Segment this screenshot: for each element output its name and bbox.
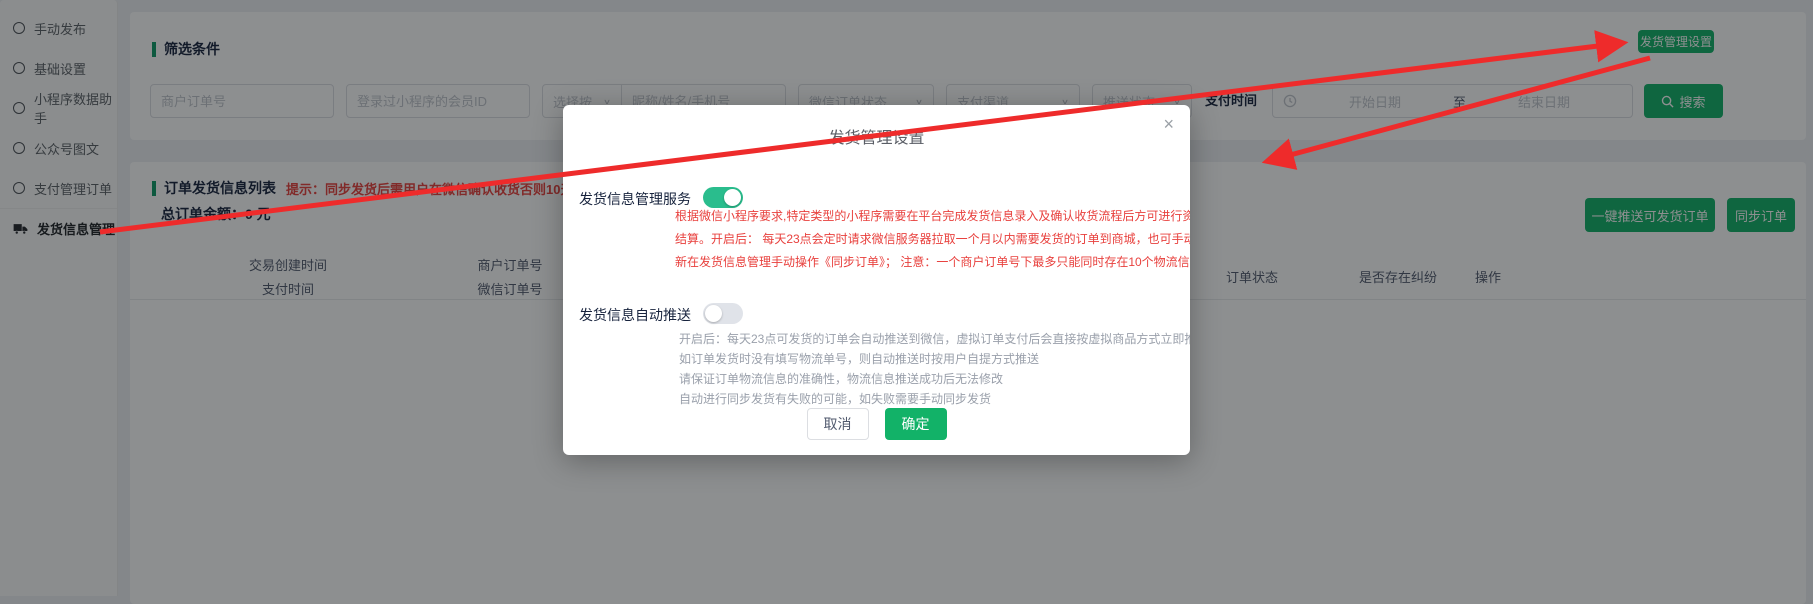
confirm-button[interactable]: 确定 bbox=[885, 408, 947, 440]
cancel-button[interactable]: 取消 bbox=[807, 408, 869, 440]
service-description-line: 根据微信小程序要求,特定类型的小程序需要在平台完成发货信息录入及确认收货流程后方… bbox=[675, 205, 1190, 228]
service-description-line: 结算。开启后： 每天23点会定时请求微信服务器拉取一个月以内需要发货的订单到商城… bbox=[675, 228, 1190, 251]
auto-push-description-line: 开启后：每天23点可发货的订单会自动推送到微信，虚拟订单支付后会直接按虚拟商品方… bbox=[679, 329, 1190, 349]
service-description-line: 新在发货信息管理手动操作《同步订单》； 注意：一个商户订单号下最多只能同时存在1… bbox=[675, 251, 1190, 274]
auto-push-label: 发货信息自动推送 bbox=[563, 305, 691, 325]
service-description: 根据微信小程序要求,特定类型的小程序需要在平台完成发货信息录入及确认收货流程后方… bbox=[675, 205, 1190, 274]
auto-push-description-line: 自动进行同步发货有失败的可能，如失败需要手动同步发货 bbox=[679, 389, 1190, 409]
auto-push-description: 开启后：每天23点可发货的订单会自动推送到微信，虚拟订单支付后会直接按虚拟商品方… bbox=[679, 329, 1190, 409]
auto-push-toggle[interactable] bbox=[703, 303, 743, 324]
close-icon[interactable]: × bbox=[1163, 115, 1174, 133]
toggle-knob bbox=[724, 189, 741, 206]
shipping-manage-settings-dialog: 发货管理设置 × 发货信息管理服务 根据微信小程序要求,特定类型的小程序需要在平… bbox=[563, 105, 1190, 455]
toggle-knob bbox=[705, 305, 722, 322]
app-window: 手动发布 基础设置 小程序数据助手 公众号图文 支付管理订单 发货信息管理 bbox=[0, 0, 1813, 604]
dialog-title: 发货管理设置 bbox=[563, 124, 1190, 148]
auto-push-description-line: 如订单发货时没有填写物流单号，则自动推送时按用户自提方式推送 bbox=[679, 349, 1190, 369]
auto-push-description-line: 请保证订单物流信息的准确性，物流信息推送成功后无法修改 bbox=[679, 369, 1190, 389]
shipping-info-service-label: 发货信息管理服务 bbox=[563, 189, 691, 209]
